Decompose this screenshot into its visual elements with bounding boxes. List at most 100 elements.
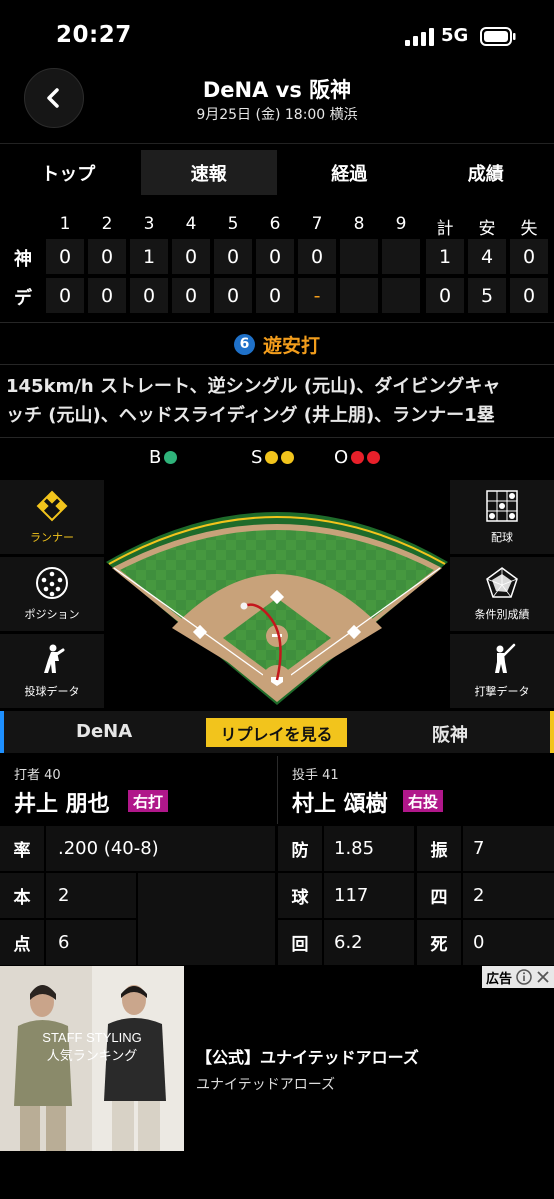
scoreboard-header-2: 2 (101, 214, 113, 234)
back-button[interactable] (24, 68, 84, 128)
menu-pitch-sequence[interactable]: 配球 (450, 480, 554, 554)
scoreboard-team: デ (14, 288, 32, 309)
strike-dot (281, 451, 295, 464)
menu-runner[interactable]: ランナー (0, 480, 104, 554)
pitcher-role: 投手 41 (292, 768, 339, 783)
network-label: 5G (441, 25, 469, 46)
positions-icon (36, 567, 68, 599)
pitcher-stat-label: 回 (278, 920, 322, 965)
divider (0, 437, 554, 438)
out-dot (367, 451, 381, 464)
batter-card[interactable]: 打者 40 井上 朋也 右打 (14, 756, 276, 822)
menu-pitch-data-label: 投球データ (24, 685, 80, 698)
total-score: 0 (510, 239, 548, 274)
pitcher-card[interactable]: 投手 41 村上 頌樹 右投 (292, 756, 554, 822)
pitcher-stat-value: 6.2 (324, 920, 414, 965)
pitcher-name: 村上 頌樹 (292, 792, 388, 817)
scoreboard-header-1: 1 (59, 214, 71, 234)
pitcher-stat-value: 0 (463, 920, 554, 965)
replay-button[interactable]: リプレイを見る (206, 718, 347, 747)
scoreboard-header-5: 5 (227, 214, 239, 234)
away-team-name: 阪神 (432, 725, 468, 746)
pitcher-stat-value: 117 (324, 873, 414, 918)
player-stats: 率 .200 (40-8) 本 2 点 6 防 1.85 振 7 球 117 四… (0, 825, 554, 965)
tab-progress[interactable]: 経過 (281, 144, 418, 201)
pitcher-stat-label: 死 (417, 920, 461, 965)
batter-icon (495, 643, 516, 673)
info-icon[interactable] (516, 969, 532, 985)
position-badge: 6 (233, 333, 255, 355)
close-icon[interactable] (536, 970, 550, 984)
play-result-text: 遊安打 (262, 334, 320, 357)
inning-score: 0 (256, 239, 294, 274)
pitch-grid-icon (486, 490, 518, 522)
ad-image-text: 人気ランキング (47, 1048, 138, 1064)
batter-role: 打者 40 (14, 768, 61, 783)
advertisement[interactable]: STAFF STYLING 人気ランキング 広告 【公式】ユナイテッドアローズ … (0, 966, 554, 1151)
batter-stat-value: 6 (46, 920, 136, 965)
ad-label-text: 広告 (485, 971, 512, 987)
ad-title[interactable]: 【公式】ユナイテッドアローズ (196, 1044, 419, 1068)
away-team-color (550, 711, 554, 753)
strike-dot (265, 451, 279, 464)
total-score: 1 (426, 239, 464, 274)
pitcher-stat-label: 四 (417, 873, 461, 918)
inning-score: 0 (46, 239, 84, 274)
home-team-color (0, 711, 4, 753)
ad-image-text: STAFF STYLING (42, 1030, 141, 1045)
total-score: 0 (510, 278, 548, 313)
scoreboard-team: 神 (14, 249, 32, 270)
tab-live[interactable]: 速報 (140, 150, 277, 195)
divider (0, 364, 554, 365)
play-result: 6 遊安打 (0, 326, 554, 362)
menu-batting-data-label: 打撃データ (474, 685, 530, 698)
menu-pitch-data[interactable]: 投球データ (0, 634, 104, 708)
inning-score: 0 (172, 278, 210, 313)
out-dot (351, 451, 365, 464)
inning-score: 0 (88, 239, 126, 274)
scoreboard: 123456789計安失神0010000140デ000000-050 (0, 208, 554, 320)
menu-pitch-sequence-label: 配球 (491, 531, 513, 544)
scoreboard-header-3: 3 (143, 214, 155, 234)
battery-icon (480, 27, 516, 46)
game-info: 9月25日 (金) 18:00 横浜 (196, 107, 358, 123)
divider (277, 756, 278, 824)
inning-score: 0 (46, 278, 84, 313)
outs-label: O (334, 447, 349, 468)
scoreboard-header-4: 4 (185, 214, 197, 234)
status-time: 20:27 (56, 22, 132, 48)
baseball-field (106, 512, 448, 705)
page-title: DeNA vs 阪神 (202, 78, 352, 102)
menu-batting-data[interactable]: 打撃データ (450, 634, 554, 708)
outs-dots (351, 451, 381, 464)
tab-bar: トップ 速報 経過 成績 (0, 143, 554, 201)
menu-split-stats-label: 条件別成績 (474, 608, 530, 621)
signal-icon (405, 28, 434, 46)
scoreboard-header-total: 計 (436, 219, 454, 239)
batter-stat-label: 点 (0, 920, 44, 965)
menu-position[interactable]: ポジション (0, 557, 104, 631)
tab-stats[interactable]: 成績 (418, 144, 554, 201)
ad-image[interactable]: STAFF STYLING 人気ランキング (0, 966, 184, 1151)
inning-score: 0 (256, 278, 294, 313)
strikes-count: S (251, 447, 295, 468)
outs-count: O (334, 447, 381, 468)
inning-score (382, 239, 420, 274)
scoreboard-header-9: 9 (395, 214, 407, 234)
batter-stat-label: 本 (0, 873, 44, 918)
menu-split-stats[interactable]: 条件別成績 (450, 557, 554, 631)
ball-dot (164, 451, 178, 464)
pitcher-stat-value: 2 (463, 873, 554, 918)
ball-count: B S O (0, 444, 554, 474)
batter-name: 井上 朋也 (14, 792, 110, 817)
inning-score (382, 278, 420, 313)
pitcher-stat-label: 球 (278, 873, 322, 918)
total-score: 0 (426, 278, 464, 313)
scoreboard-header-errors: 失 (520, 219, 538, 239)
home-team-name: DeNA (76, 721, 133, 742)
total-score: 5 (468, 278, 506, 313)
batter-stat-value: .200 (40-8) (46, 826, 275, 871)
pitcher-icon (44, 644, 65, 673)
tab-top[interactable]: トップ (0, 144, 137, 201)
pitcher-stat-label: 防 (278, 826, 322, 871)
